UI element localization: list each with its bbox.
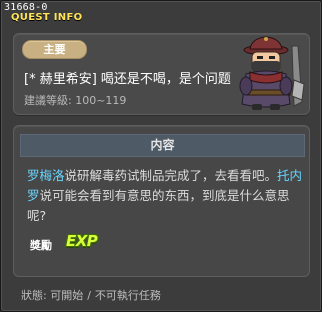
quest-content-panel: 内容 罗梅洛说研解毒药试制品完成了，去看看吧。托内罗说可能会看到有意思的东西，到…	[13, 125, 310, 277]
description-text: 说可能会看到有意思的东西，到底是什么意思呢?	[27, 188, 290, 223]
window-title: QUEST INFO	[11, 12, 83, 23]
exp-reward-icon: EXP	[66, 232, 98, 250]
npc-name-link: 罗梅洛	[27, 168, 65, 183]
quest-name: [* 赫里希安] 喝还是不喝，是个问题	[24, 72, 231, 87]
quest-category-badge: 主要	[22, 40, 87, 59]
status-label: 狀態	[21, 289, 43, 302]
quest-status: 狀態: 可開始 / 不可執行任務	[21, 289, 161, 302]
status-extra: 不可執行任務	[94, 289, 161, 302]
reward-label: 獎勵	[30, 239, 52, 252]
quest-summary-panel: 主要 [* 赫里希安] 喝还是不喝，是个问题 建議等級: 100~119	[13, 33, 310, 115]
description-text: 说研解毒药试制品完成了，去看看吧。	[64, 168, 278, 183]
status-separator: /	[87, 289, 91, 302]
status-value: 可開始	[50, 289, 84, 302]
content-section-header: 内容	[20, 134, 305, 157]
recommended-level: 建議等級: 100~119	[24, 94, 127, 107]
npc-portrait-icon	[239, 36, 305, 110]
quest-info-window: 31668-0 QUEST INFO 主要 [* 赫里希安] 喝还是不喝，是个问…	[0, 0, 322, 312]
quest-description: 罗梅洛说研解毒药试制品完成了，去看看吧。托内罗说可能会看到有意思的东西，到底是什…	[27, 166, 303, 226]
